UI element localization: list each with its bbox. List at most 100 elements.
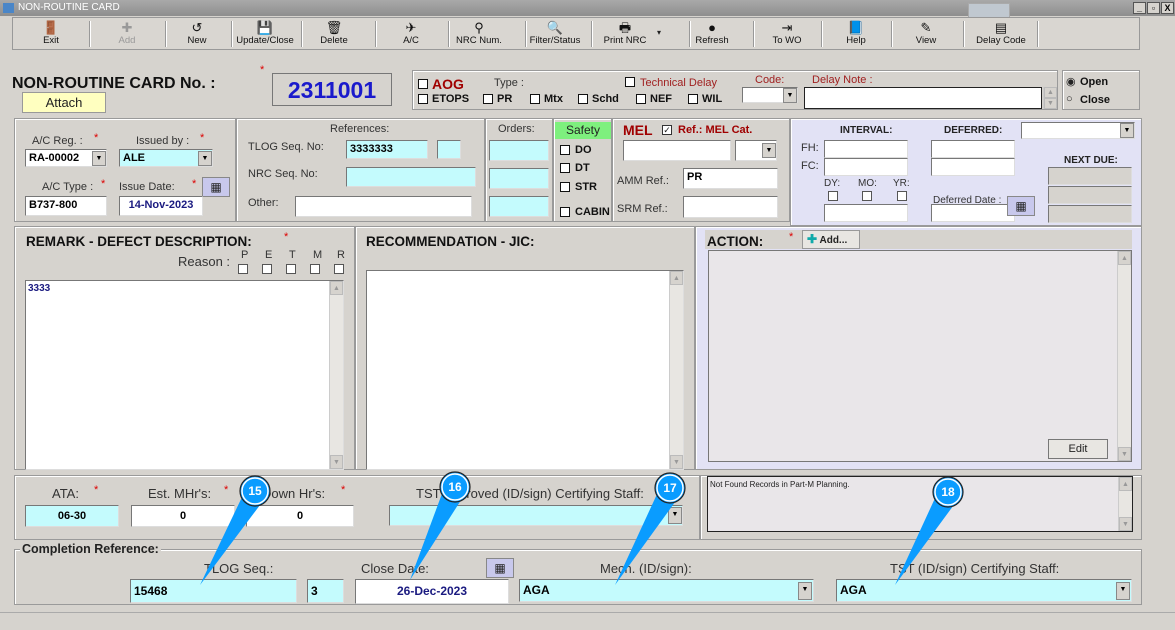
other-input[interactable] xyxy=(295,196,472,217)
yr-checkbox[interactable] xyxy=(897,191,907,201)
srm-ref-input[interactable] xyxy=(683,196,778,218)
close-date-label: Close Date: xyxy=(361,561,429,576)
toolbar-filter-status-button[interactable]: 🔍 Filter/Status xyxy=(519,18,591,49)
delay-note-input[interactable] xyxy=(804,87,1042,109)
str-checkbox[interactable] xyxy=(560,182,570,192)
message-scrollbar[interactable]: ▲ ▼ xyxy=(1118,477,1132,531)
recommendation-textarea[interactable] xyxy=(366,270,684,470)
dy-checkbox[interactable] xyxy=(828,191,838,201)
ac-type-input[interactable]: B737-800 xyxy=(25,196,107,216)
interval-days-input[interactable] xyxy=(824,204,908,222)
remark-scrollbar[interactable]: ▲ ▼ xyxy=(329,281,343,469)
tlog-seq-suffix-input[interactable] xyxy=(437,140,461,159)
etops-checkbox[interactable] xyxy=(418,94,428,104)
reason-m-checkbox[interactable] xyxy=(310,264,320,274)
calendar-icon[interactable]: ▦ xyxy=(202,177,230,197)
interval-fh-input[interactable] xyxy=(824,140,908,158)
completion-tlog-input[interactable]: 15468 xyxy=(130,579,297,603)
reason-r-checkbox[interactable] xyxy=(334,264,344,274)
cabin-checkbox[interactable] xyxy=(560,207,570,217)
print-dropdown-arrow-icon[interactable]: ▾ xyxy=(657,28,661,37)
order-input-3[interactable] xyxy=(489,196,549,217)
wil-checkbox[interactable] xyxy=(688,94,698,104)
toolbar-add-button[interactable]: ✚ Add xyxy=(91,18,163,49)
completion-tst-dropdown[interactable]: AGA xyxy=(836,579,1132,602)
chevron-down-icon[interactable]: ▼ xyxy=(783,88,797,103)
toolbar-help-button[interactable]: 📘 Help xyxy=(820,18,892,49)
delay-note-scrollbar[interactable]: ▲ ▼ xyxy=(1043,87,1057,109)
add-action-button[interactable]: ✚ Add... xyxy=(802,230,860,249)
schd-checkbox[interactable] xyxy=(578,94,588,104)
chevron-down-icon[interactable]: ▼ xyxy=(798,582,812,600)
card-number-field[interactable]: 2311001 xyxy=(272,73,392,106)
calendar-icon[interactable]: ▦ xyxy=(1007,196,1035,216)
chevron-down-icon[interactable]: ▼ xyxy=(762,143,776,158)
chevron-down-icon[interactable]: ▼ xyxy=(198,151,212,166)
interval-fc-input[interactable] xyxy=(824,158,908,176)
tst-approved-dropdown[interactable] xyxy=(389,505,683,526)
down-hrs-input[interactable]: 0 xyxy=(246,505,354,527)
action-scrollbar[interactable]: ▲ ▼ xyxy=(1117,251,1131,461)
toolbar-delete-button[interactable]: 🗑 Delete xyxy=(298,18,370,49)
close-radio[interactable]: ○ xyxy=(1066,93,1073,105)
chevron-down-icon[interactable]: ▼ xyxy=(1120,123,1134,138)
toolbar-exit-button[interactable]: 🚪 Exit xyxy=(15,18,87,49)
toolbar-a-c-button[interactable]: ✈ A/C xyxy=(375,18,447,49)
toolbar-view-button[interactable]: ✎ View xyxy=(890,18,962,49)
mo-checkbox[interactable] xyxy=(862,191,872,201)
toolbar-delay-code-button[interactable]: ▤ Delay Code xyxy=(965,18,1037,49)
toolbar-nrc-num--button[interactable]: ⚲ NRC Num. xyxy=(443,18,515,49)
deferred-fh-input[interactable] xyxy=(931,140,1015,158)
chevron-down-icon[interactable]: ▼ xyxy=(92,151,106,166)
mtx-label: Mtx xyxy=(544,93,563,105)
nef-checkbox[interactable] xyxy=(636,94,646,104)
mech-dropdown[interactable]: AGA xyxy=(519,579,814,602)
tlog-seq-input[interactable]: 3333333 xyxy=(346,140,428,159)
issue-date-input[interactable]: 14-Nov-2023 xyxy=(119,196,203,216)
reason-t-checkbox[interactable] xyxy=(286,264,296,274)
completion-tlog-suffix-input[interactable]: 3 xyxy=(307,579,344,603)
maximize-button[interactable]: ▫ xyxy=(1147,2,1160,14)
close-button[interactable]: X xyxy=(1161,2,1174,14)
toolbar-refresh-button[interactable]: ● Refresh xyxy=(676,18,748,49)
technical-delay-checkbox[interactable] xyxy=(625,77,635,87)
mel-ref-checkbox[interactable]: ✓ xyxy=(662,125,672,135)
deferred-date-input[interactable] xyxy=(931,204,1015,222)
pr-checkbox[interactable] xyxy=(483,94,493,104)
reason-p-checkbox[interactable] xyxy=(238,264,248,274)
chevron-down-icon[interactable]: ▼ xyxy=(1116,582,1130,600)
mtx-checkbox[interactable] xyxy=(530,94,540,104)
toolbar-to-wo-button[interactable]: ⇥ To WO xyxy=(751,18,823,49)
close-date-input[interactable]: 26-Dec-2023 xyxy=(355,579,509,604)
edit-button[interactable]: Edit xyxy=(1048,439,1108,459)
refresh-icon: ● xyxy=(708,20,716,35)
next-due-date xyxy=(1048,205,1132,223)
est-mhrs-input[interactable]: 0 xyxy=(131,505,235,527)
order-input-2[interactable] xyxy=(489,168,549,189)
recommendation-scrollbar[interactable]: ▲ ▼ xyxy=(669,271,683,469)
remark-textarea[interactable]: 3333 xyxy=(25,280,344,470)
deferred-fc-input[interactable] xyxy=(931,158,1015,176)
nrc-seq-input[interactable] xyxy=(346,167,476,187)
toolbar-update-close-button[interactable]: 💾 Update/Close xyxy=(229,18,301,49)
ata-input[interactable]: 06-30 xyxy=(25,505,119,527)
action-list[interactable] xyxy=(708,250,1132,462)
calendar-icon[interactable]: ▦ xyxy=(486,558,514,578)
dt-checkbox[interactable] xyxy=(560,163,570,173)
toolbar: 🚪 Exit ✚ Add ↺ New 💾 Update/Close 🗑 Delete ✈ A/C ⚲ NR… xyxy=(12,17,1140,50)
nef-label: NEF xyxy=(650,93,672,105)
minimize-button[interactable]: _ xyxy=(1133,2,1146,14)
mel-ref-input[interactable] xyxy=(623,140,731,161)
toolbar-new-button[interactable]: ↺ New xyxy=(161,18,233,49)
do-checkbox[interactable] xyxy=(560,145,570,155)
attach-button[interactable]: Attach xyxy=(22,92,106,113)
deferred-dropdown[interactable] xyxy=(1021,122,1135,139)
toolbar-print-nrc-button[interactable]: 🖶 Print NRC xyxy=(589,18,661,49)
order-input-1[interactable] xyxy=(489,140,549,161)
aog-checkbox[interactable] xyxy=(418,79,428,89)
toolbar-label: Update/Close xyxy=(236,35,294,46)
chevron-down-icon[interactable]: ▼ xyxy=(668,507,682,524)
reason-e-checkbox[interactable] xyxy=(262,264,272,274)
open-radio[interactable]: ◉ xyxy=(1066,75,1076,88)
amm-ref-input[interactable]: PR xyxy=(683,168,778,189)
